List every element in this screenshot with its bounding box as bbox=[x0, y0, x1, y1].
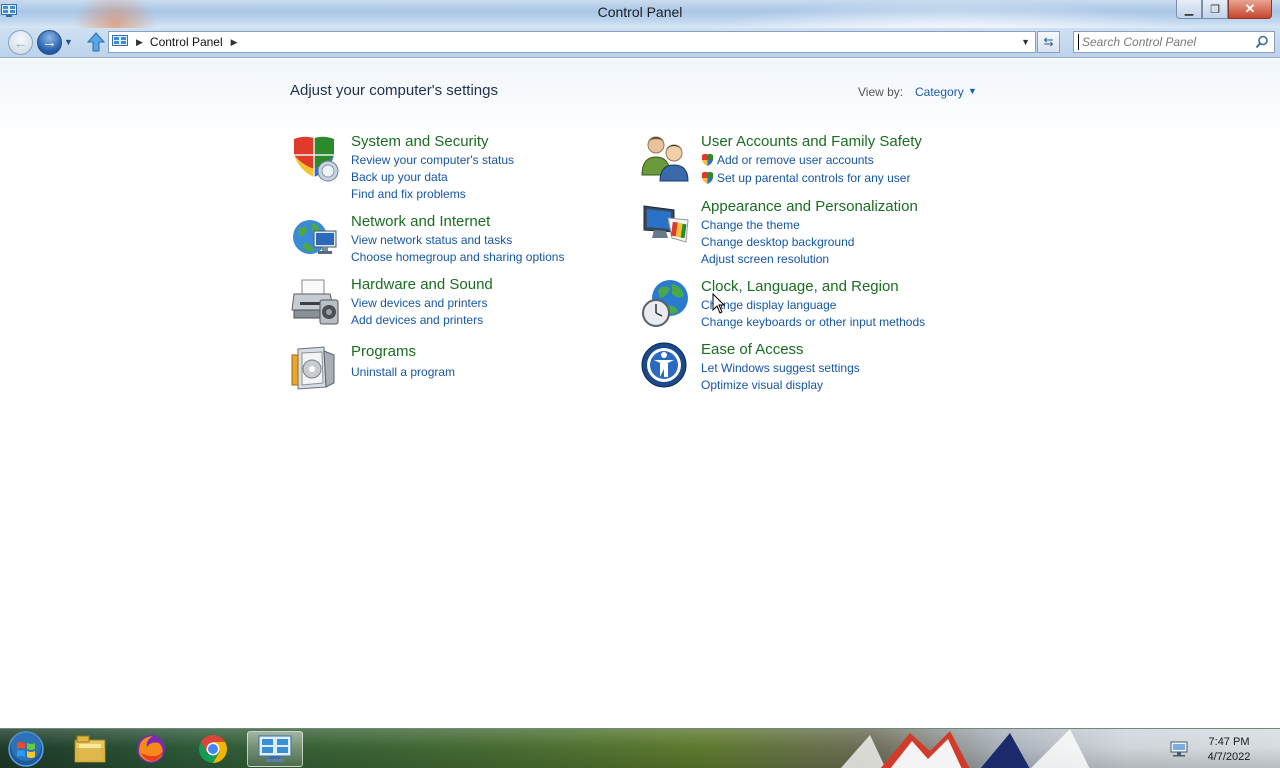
link-uninstall-program[interactable]: Uninstall a program bbox=[351, 365, 455, 379]
firefox-icon bbox=[137, 735, 165, 763]
recent-pages-dropdown[interactable]: ▼ bbox=[64, 37, 73, 47]
refresh-button[interactable]: ⇆ bbox=[1037, 31, 1060, 53]
category-title[interactable]: Network and Internet bbox=[351, 213, 490, 230]
monitor-palette-icon[interactable] bbox=[640, 198, 690, 248]
arrow-right-icon: → bbox=[42, 34, 57, 51]
printer-icon[interactable] bbox=[290, 276, 340, 326]
category-title[interactable]: System and Security bbox=[351, 133, 489, 150]
taskbar-chrome[interactable] bbox=[185, 731, 241, 767]
link-optimize-display[interactable]: Optimize visual display bbox=[701, 378, 823, 392]
link-network-status[interactable]: View network status and tasks bbox=[351, 233, 512, 247]
chevron-right-icon[interactable]: ▶ bbox=[231, 37, 238, 48]
minimize-button[interactable]: ▁ bbox=[1176, 0, 1202, 19]
title-bar[interactable]: Control Panel ▁ ❐ ✕ bbox=[0, 0, 1280, 60]
category-appearance-personalization: Appearance and Personalization Change th… bbox=[640, 198, 960, 268]
category-user-accounts: User Accounts and Family Safety Add or r… bbox=[640, 133, 960, 187]
category-title[interactable]: Appearance and Personalization bbox=[701, 198, 918, 215]
category-hardware-and-sound: Hardware and Sound View devices and prin… bbox=[290, 276, 590, 330]
clock-date: 4/7/2022 bbox=[1207, 751, 1251, 763]
view-by-label: View by: bbox=[858, 85, 904, 99]
file-explorer-icon bbox=[74, 735, 106, 763]
chrome-icon bbox=[199, 735, 227, 763]
link-homegroup-sharing[interactable]: Choose homegroup and sharing options bbox=[351, 250, 564, 264]
uac-shield-icon bbox=[702, 153, 713, 166]
arrow-left-icon: ← bbox=[13, 34, 28, 51]
link-back-up-data[interactable]: Back up your data bbox=[351, 170, 448, 184]
navigation-bar: ← → ▼ ▶ Control Panel ▶ ▼ ⇆ bbox=[0, 28, 1280, 58]
clock-globe-icon[interactable] bbox=[640, 278, 690, 328]
taskbar-firefox[interactable] bbox=[123, 731, 179, 767]
link-find-fix-problems[interactable]: Find and fix problems bbox=[351, 187, 466, 201]
system-clock[interactable]: 7:47 PM 4/7/2022 bbox=[1196, 735, 1262, 765]
up-arrow-icon[interactable] bbox=[86, 31, 106, 53]
link-windows-suggest[interactable]: Let Windows suggest settings bbox=[701, 361, 860, 375]
ease-of-access-icon[interactable] bbox=[640, 341, 690, 391]
category-title[interactable]: Programs bbox=[351, 343, 416, 360]
control-panel-icon bbox=[258, 735, 292, 762]
refresh-icon: ⇆ bbox=[1043, 35, 1054, 49]
view-by-dropdown[interactable]: Category bbox=[915, 85, 964, 99]
link-add-devices[interactable]: Add devices and printers bbox=[351, 313, 483, 327]
category-title[interactable]: Ease of Access bbox=[701, 341, 804, 358]
taskbar: 7:47 PM 4/7/2022 bbox=[0, 728, 1280, 768]
link-keyboards-input[interactable]: Change keyboards or other input methods bbox=[701, 315, 925, 329]
link-change-background[interactable]: Change desktop background bbox=[701, 235, 854, 249]
uac-shield-icon bbox=[702, 171, 713, 184]
address-bar[interactable]: ▶ Control Panel ▶ ▼ bbox=[108, 31, 1036, 53]
chevron-down-icon[interactable]: ▼ bbox=[1021, 37, 1030, 47]
restore-button[interactable]: ❐ bbox=[1202, 0, 1228, 19]
category-title[interactable]: Hardware and Sound bbox=[351, 276, 493, 293]
link-add-remove-accounts[interactable]: Add or remove user accounts bbox=[701, 153, 874, 167]
network-icon[interactable] bbox=[1170, 741, 1188, 757]
globe-network-icon[interactable] bbox=[290, 213, 340, 263]
clock-time: 7:47 PM bbox=[1208, 736, 1250, 748]
link-change-theme[interactable]: Change the theme bbox=[701, 218, 800, 232]
link-screen-resolution[interactable]: Adjust screen resolution bbox=[701, 252, 829, 266]
users-icon[interactable] bbox=[640, 133, 690, 183]
link-label: Set up parental controls for any user bbox=[717, 171, 911, 185]
chevron-right-icon[interactable]: ▶ bbox=[136, 37, 143, 48]
taskbar-control-panel[interactable] bbox=[247, 731, 303, 767]
mouse-cursor-icon bbox=[712, 293, 726, 314]
category-network-and-internet: Network and Internet View network status… bbox=[290, 213, 590, 267]
category-title[interactable]: Clock, Language, and Region bbox=[701, 278, 899, 295]
search-icon[interactable] bbox=[1255, 35, 1269, 49]
control-panel-content: Adjust your computer's settings View by:… bbox=[0, 59, 1280, 728]
window-title: Control Panel bbox=[597, 4, 683, 20]
control-panel-icon bbox=[112, 35, 128, 46]
category-ease-of-access: Ease of Access Let Windows suggest setti… bbox=[640, 341, 960, 395]
category-system-and-security: System and Security Review your computer… bbox=[290, 133, 590, 203]
page-title: Adjust your computer's settings bbox=[290, 82, 498, 99]
link-parental-controls[interactable]: Set up parental controls for any user bbox=[701, 171, 910, 185]
link-view-devices[interactable]: View devices and printers bbox=[351, 296, 488, 310]
category-title[interactable]: User Accounts and Family Safety bbox=[701, 133, 922, 150]
link-review-status[interactable]: Review your computer's status bbox=[351, 153, 514, 167]
close-button[interactable]: ✕ bbox=[1228, 0, 1272, 19]
category-programs: Programs Uninstall a program bbox=[290, 343, 590, 397]
link-label: Add or remove user accounts bbox=[717, 153, 874, 167]
search-input[interactable] bbox=[1078, 34, 1254, 50]
taskbar-file-explorer[interactable] bbox=[62, 731, 118, 767]
back-button[interactable]: ← bbox=[8, 30, 33, 55]
programs-icon[interactable] bbox=[290, 343, 340, 393]
category-clock-language-region: Clock, Language, and Region Change displ… bbox=[640, 278, 960, 332]
forward-button[interactable]: → bbox=[37, 30, 62, 55]
search-box[interactable] bbox=[1073, 31, 1275, 53]
wallpaper-art bbox=[840, 729, 1090, 768]
chevron-down-icon[interactable]: ▼ bbox=[968, 86, 977, 96]
shield-icon[interactable] bbox=[290, 133, 340, 183]
breadcrumb-control-panel[interactable]: Control Panel bbox=[150, 35, 223, 49]
start-button[interactable] bbox=[6, 730, 46, 768]
